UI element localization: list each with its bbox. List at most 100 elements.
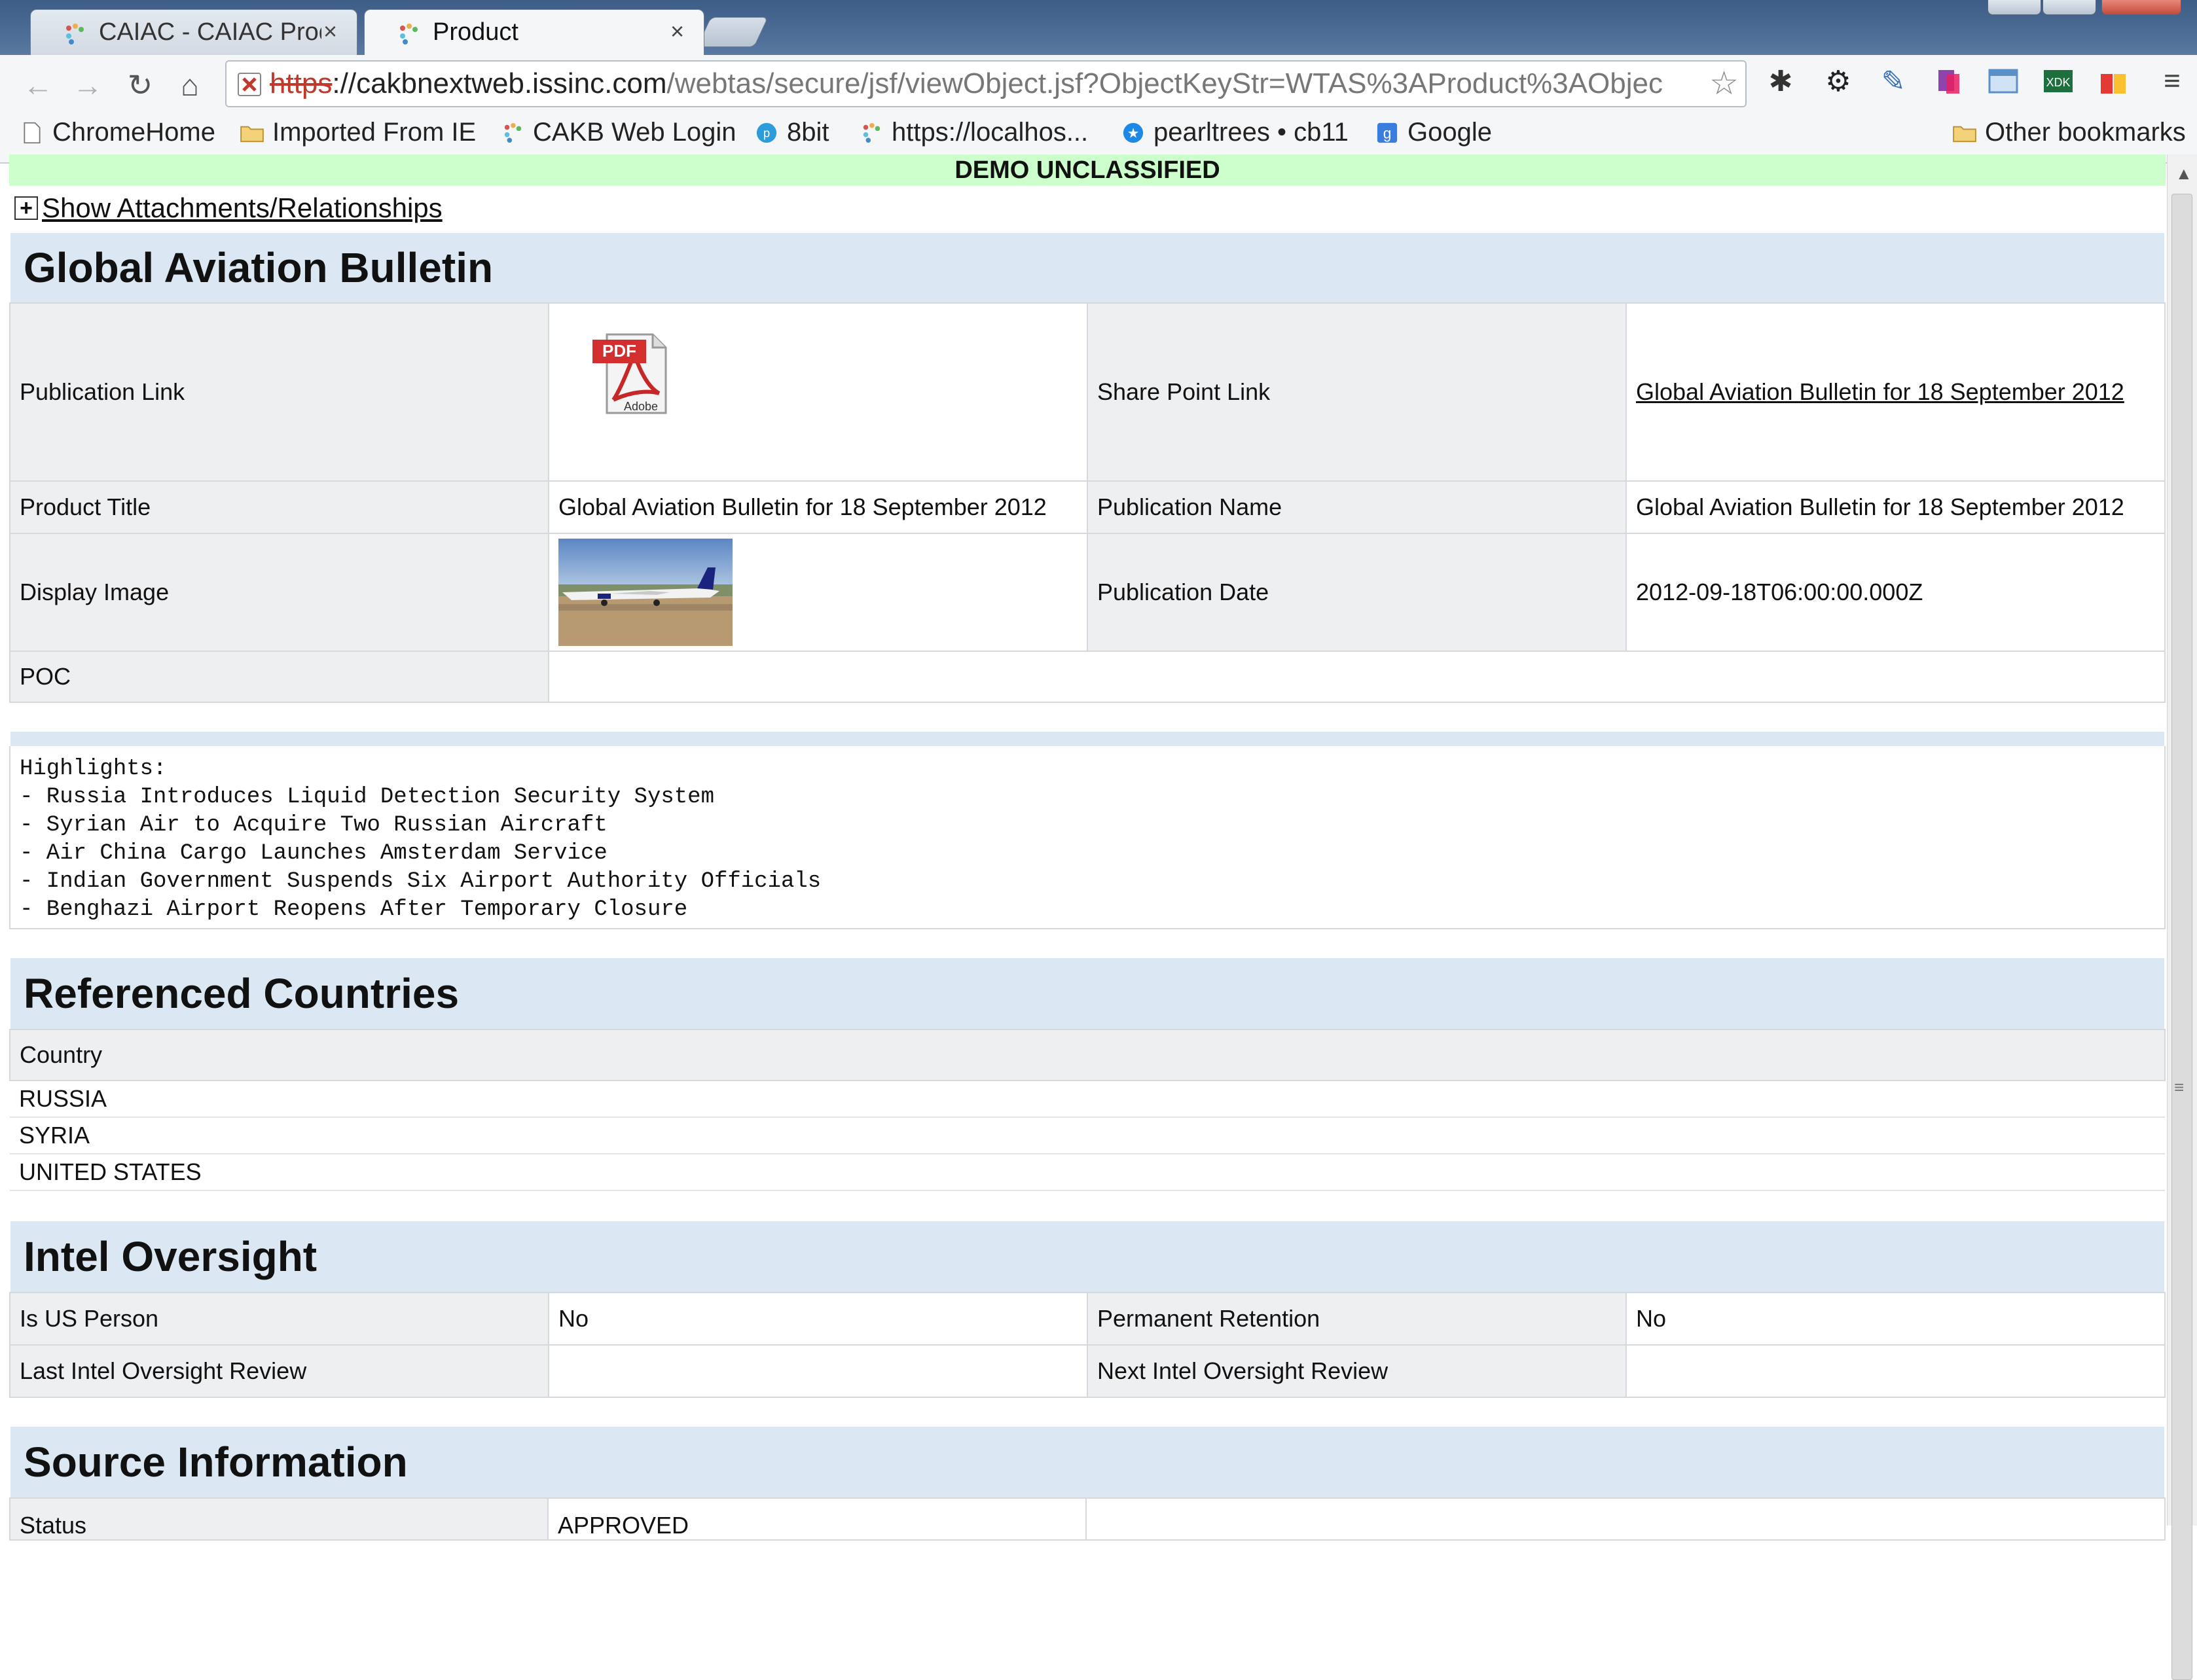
maximize-button[interactable] [2043,0,2096,15]
country-row: RUSSIA [10,1081,2165,1118]
bookmark-label: pearltrees • cb11 [1153,118,1349,147]
url-scheme: https [270,67,333,99]
extension-xdk-icon[interactable]: XDK [2040,63,2077,99]
country-row: UNITED STATES [10,1154,2165,1191]
expand-plus-icon[interactable]: + [14,196,38,220]
menu-icon[interactable]: ≡ [2154,63,2190,99]
poc-label: POC [9,651,549,703]
tab-product[interactable]: Product × [364,9,704,55]
bookmark-label: https://localhos... [892,118,1089,147]
referenced-countries-heading: Referenced Countries [10,958,2164,1029]
vertical-scrollbar[interactable]: ▲ ≡ [2167,154,2197,1680]
publication-name-value: Global Aviation Bulletin for 18 Septembe… [1625,480,2166,534]
countries-table: Country RUSSIA SYRIA UNITED STATES [9,1029,2166,1191]
share-point-link-cell: Global Aviation Bulletin for 18 Septembe… [1625,302,2166,482]
url-path: /webtas/secure/jsf/viewObject.jsf?Object… [666,67,1663,99]
highlights-header-bar [10,732,2164,747]
bookmark-label: 8bit [787,118,829,147]
bookmark-chromehome[interactable]: ChromeHome [20,118,215,147]
display-image-cell [548,533,1088,652]
source-empty-cell [1085,1497,2166,1541]
url-text: https://cakbnextweb.issinc.com/webtas/se… [270,67,1663,100]
reload-icon[interactable]: ↻ [122,67,158,103]
source-information-table: Status APPROVED [9,1497,2166,1541]
loading-dots-icon [400,24,418,45]
circle-icon: p [754,120,779,145]
permanent-retention-value: No [1625,1292,2166,1346]
tab-title: Product [433,18,518,46]
product-details-table: Publication Link PDF Adobe Share Point L… [9,302,2166,703]
status-label: Status [9,1497,549,1541]
highlights-text: Highlights: - Russia Introduces Liquid D… [9,746,2166,929]
publication-link-label: Publication Link [9,302,549,482]
extension-purple-icon[interactable] [1930,63,1967,99]
pdf-badge: PDF [602,341,636,361]
settings-circle-icon[interactable]: ⚙ [1820,63,1857,99]
google-icon: g [1375,120,1400,145]
back-arrow-icon[interactable]: ← [20,67,56,103]
bookmark-label: Google [1407,118,1492,147]
scroll-up-arrow-icon[interactable]: ▲ [2175,164,2192,184]
bookmark-imported-from-ie[interactable]: Imported From IE [240,118,476,147]
eyedropper-icon[interactable]: ✎ [1875,63,1912,99]
next-oversight-review-label: Next Intel Oversight Review [1087,1344,1627,1398]
intel-oversight-table: Is US Person No Permanent Retention No L… [9,1292,2166,1398]
intel-oversight-heading: Intel Oversight [10,1221,2164,1292]
publication-date-label: Publication Date [1087,533,1627,652]
bookmark-star-icon[interactable]: ☆ [1709,64,1739,102]
bookmark-label: Other bookmarks [1985,118,2186,147]
bookmark-cakb-web-login[interactable]: CAKB Web Login [500,118,736,147]
poc-value [548,651,2166,703]
scrollbar-thumb[interactable] [2171,194,2192,1680]
tab-title: CAIAC - CAIAC Prod [99,18,321,46]
new-tab-button[interactable] [697,17,769,47]
broken-lock-icon [236,69,264,98]
url-host: ://cakbnextweb.issinc.com [332,67,667,99]
star-icon: ★ [1121,120,1146,145]
close-icon[interactable]: × [323,18,337,45]
bookmark-pearltrees[interactable]: ★ pearltrees • cb11 [1121,118,1349,147]
bookmark-label: Imported From IE [272,118,477,147]
svg-text:XDK: XDK [2046,76,2070,89]
show-attachments-toggle[interactable]: + Show Attachments/Relationships [14,192,443,224]
bookmark-8bit[interactable]: p 8bit [754,118,829,147]
status-value: APPROVED [547,1497,1087,1541]
address-bar[interactable]: https://cakbnextweb.issinc.com/webtas/se… [225,60,1747,107]
forward-arrow-icon[interactable]: → [69,67,106,103]
other-bookmarks[interactable]: Other bookmarks [1952,118,2186,147]
bookmark-google[interactable]: g Google [1375,118,1492,147]
svg-text:g: g [1383,124,1392,141]
page-icon [20,120,45,145]
is-us-person-value: No [548,1292,1088,1346]
bookmark-localhost[interactable]: https://localhos... [859,118,1088,147]
dots-icon [859,120,884,145]
permanent-retention-label: Permanent Retention [1087,1292,1627,1346]
source-information-heading: Source Information [10,1427,2164,1497]
country-row: SYRIA [10,1117,2165,1154]
close-icon[interactable]: × [670,18,684,45]
share-point-link[interactable]: Global Aviation Bulletin for 18 Septembe… [1636,378,2124,405]
next-oversight-review-value [1625,1344,2166,1398]
svg-text:p: p [763,126,771,140]
loading-dots-icon [66,24,84,45]
is-us-person-label: Is US Person [9,1292,549,1346]
last-oversight-review-label: Last Intel Oversight Review [9,1344,549,1398]
home-icon[interactable]: ⌂ [172,67,208,103]
extension-gift-icon[interactable] [2095,63,2132,99]
extension-window-icon[interactable] [1985,63,2022,99]
svg-text:★: ★ [1127,125,1140,141]
publication-link-cell: PDF Adobe [548,302,1088,482]
bookmark-label: ChromeHome [52,118,215,147]
show-attachments-link[interactable]: Show Attachments/Relationships [42,192,443,224]
dots-icon [500,120,525,145]
aircraft-thumbnail-image[interactable] [558,539,733,646]
minimize-button[interactable] [1988,0,2041,15]
publication-name-label: Publication Name [1087,480,1627,534]
scroll-grip-icon: ≡ [2174,1077,2185,1097]
tab-caiac[interactable]: CAIAC - CAIAC Prod × [30,9,357,55]
pdf-icon[interactable]: PDF Adobe [587,328,679,420]
display-image-label: Display Image [9,533,549,652]
classification-banner: DEMO UNCLASSIFIED [9,154,2166,186]
window-close-button[interactable] [2101,0,2181,15]
gear-icon[interactable]: ✱ [1762,63,1799,99]
